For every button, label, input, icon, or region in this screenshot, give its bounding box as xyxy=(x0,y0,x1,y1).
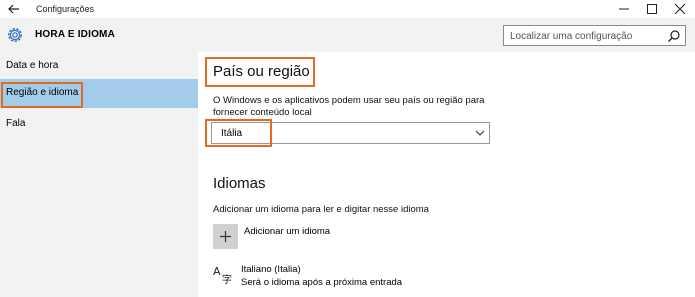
add-language-button[interactable] xyxy=(213,224,238,249)
sidebar-item-date-time[interactable]: Data e hora xyxy=(0,52,198,81)
language-icon: A 字 xyxy=(213,265,232,285)
search-box[interactable] xyxy=(503,25,686,46)
sidebar-item-speech[interactable]: Fala xyxy=(0,110,198,139)
country-dropdown-value: Itália xyxy=(221,128,243,139)
sidebar-item-label: Fala xyxy=(6,118,26,129)
main-content: País ou região O Windows e os aplicativo… xyxy=(198,52,695,297)
maximize-button[interactable] xyxy=(638,0,666,18)
close-button[interactable] xyxy=(666,0,694,18)
maximize-icon xyxy=(647,4,657,14)
title-bar: Configurações xyxy=(0,0,695,18)
language-name[interactable]: Italiano (Italia) xyxy=(241,264,301,275)
svg-text:字: 字 xyxy=(222,273,232,285)
region-description: O Windows e os aplicativos podem usar se… xyxy=(213,95,485,118)
window-title: Configurações xyxy=(36,4,95,14)
close-icon xyxy=(675,4,685,14)
country-dropdown[interactable]: Itália xyxy=(211,122,490,144)
add-language-label[interactable]: Adicionar um idioma xyxy=(244,226,330,237)
search-icon[interactable] xyxy=(667,29,681,43)
minimize-icon xyxy=(619,8,629,10)
page-title: HORA E IDIOMA xyxy=(35,29,116,40)
sidebar: Data e hora Região e idioma Fala xyxy=(0,52,198,297)
settings-header: HORA E IDIOMA xyxy=(0,18,695,52)
languages-heading: Idiomas xyxy=(213,175,266,192)
languages-description: Adicionar um idioma para ler e digitar n… xyxy=(213,204,429,215)
sidebar-item-label: Região e idioma xyxy=(6,87,79,98)
sidebar-item-region-language[interactable]: Região e idioma xyxy=(0,79,198,108)
back-arrow-icon[interactable] xyxy=(6,1,22,17)
region-heading: País ou região xyxy=(213,63,310,80)
language-note: Será o idioma após a próxima entrada xyxy=(241,277,403,288)
svg-text:A: A xyxy=(213,265,221,278)
search-input[interactable] xyxy=(510,29,660,43)
plus-icon xyxy=(220,231,231,242)
sidebar-item-label: Data e hora xyxy=(6,60,59,71)
chevron-down-icon xyxy=(475,130,485,136)
minimize-button[interactable] xyxy=(610,0,638,18)
gear-icon xyxy=(8,28,22,42)
